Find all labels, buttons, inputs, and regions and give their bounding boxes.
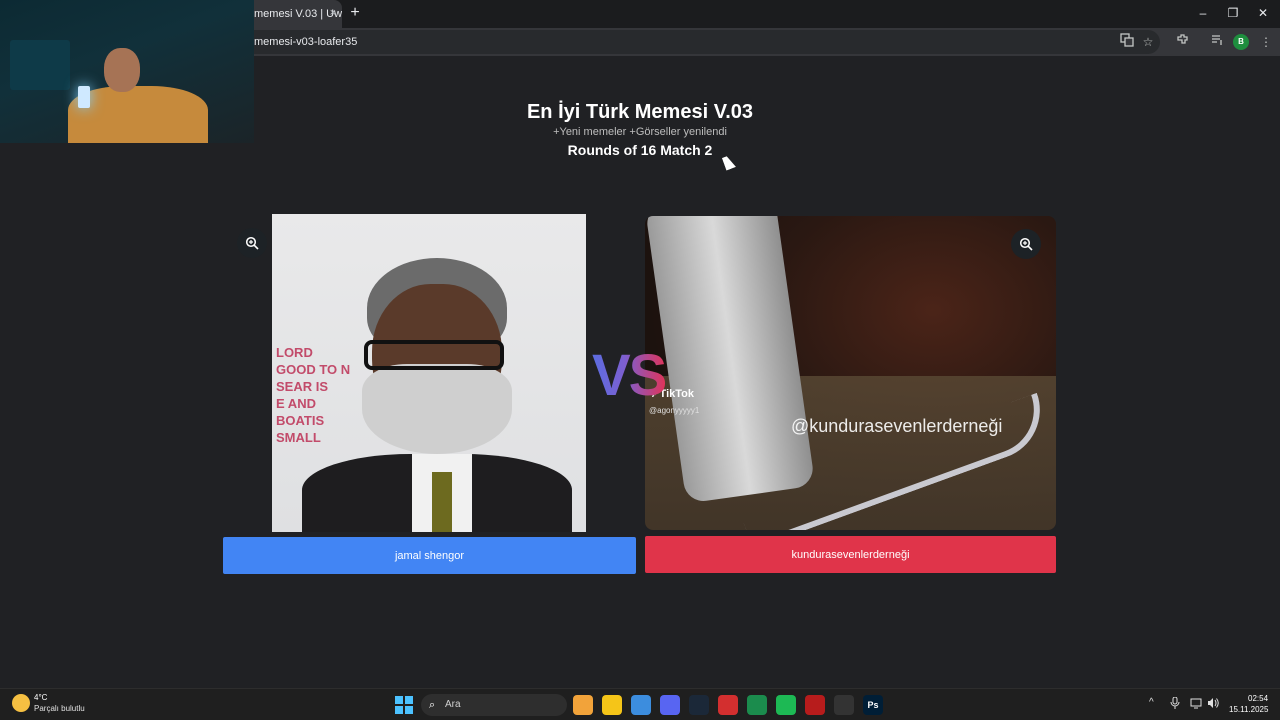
poster-background-text: LORD GOOD TO N SEAR IS E AND BOATIS SMAL… [276, 345, 351, 445]
clock-time[interactable]: 02:54 [1248, 694, 1268, 703]
photoshop-icon[interactable]: Ps [863, 695, 883, 715]
webcam-overlay [0, 0, 254, 143]
webcam-lamp-shape [78, 86, 90, 108]
extensions-icon[interactable] [1173, 33, 1191, 51]
weather-temperature[interactable]: 4°C [34, 693, 47, 702]
left-zoom-icon[interactable] [237, 228, 267, 258]
menu-kebab-icon[interactable]: ⋮ [1257, 33, 1275, 51]
spotify-icon[interactable] [776, 695, 796, 715]
app-green-icon[interactable] [747, 695, 767, 715]
profile-avatar[interactable]: B [1233, 34, 1249, 50]
weather-description[interactable]: Parçalı bulutlu [34, 704, 85, 713]
right-option-image[interactable]: ♪ TikTok @agonyyyyy1 @kundurasevenlerder… [645, 216, 1056, 530]
left-option-image[interactable]: LORD GOOD TO N SEAR IS E AND BOATIS SMAL… [272, 214, 586, 532]
image-watermark: @kundurasevenlerderneği [791, 416, 1003, 436]
search-icon: ⌕ [429, 699, 436, 711]
bookmark-star-icon[interactable]: ☆ [1139, 33, 1157, 51]
copilot-icon[interactable] [573, 695, 593, 715]
windows-taskbar: 4°C Parçalı bulutlu ⌕ Ara Ps ^ 02:54 15.… [0, 688, 1280, 720]
start-windows-icon[interactable] [395, 696, 413, 714]
right-zoom-icon[interactable] [1011, 229, 1041, 259]
tie-shape [432, 472, 452, 532]
new-tab-button[interactable]: + [346, 4, 364, 22]
app-gear-icon[interactable] [834, 695, 854, 715]
versus-label: VS [592, 343, 667, 408]
steam-icon[interactable] [689, 695, 709, 715]
taskbar-search[interactable]: ⌕ Ara [421, 694, 567, 716]
search-placeholder: Ara [445, 699, 461, 710]
clock-date[interactable]: 15.11.2025 [1229, 705, 1268, 714]
tray-overflow-icon[interactable]: ^ [1149, 697, 1154, 708]
close-window-button[interactable]: ✕ [1248, 4, 1278, 22]
webcam-person-head [104, 48, 140, 92]
translate-icon[interactable] [1118, 33, 1136, 51]
tab-close-icon[interactable]: × [330, 7, 336, 19]
restore-button[interactable]: ❐ [1218, 4, 1248, 22]
minimize-button[interactable]: – [1188, 4, 1218, 22]
app-darkred-icon[interactable] [805, 695, 825, 715]
glasses-shape [364, 340, 504, 370]
vote-right-button[interactable]: kundurasevenlerderneği [645, 536, 1056, 573]
beard-shape [362, 364, 512, 454]
file-explorer-icon[interactable] [602, 695, 622, 715]
weather-cloud-icon[interactable] [12, 694, 30, 712]
chrome-icon[interactable] [631, 695, 651, 715]
media-controls-icon[interactable] [1208, 33, 1226, 51]
discord-icon[interactable] [660, 695, 680, 715]
round-label: Rounds of 16 Match 2 [567, 142, 713, 158]
microphone-icon[interactable] [1170, 696, 1180, 712]
app-red-icon[interactable] [718, 695, 738, 715]
webcam-monitor-shape [10, 40, 70, 90]
volume-icon[interactable] [1207, 697, 1219, 712]
address-bar[interactable]: memesi-v03-loafer35 [240, 30, 1160, 54]
voting-page: En İyi Türk Memesi V.03 +Yeni memeler +G… [0, 56, 1280, 688]
vote-left-button[interactable]: jamal shengor [223, 537, 636, 574]
network-icon[interactable] [1190, 697, 1202, 712]
